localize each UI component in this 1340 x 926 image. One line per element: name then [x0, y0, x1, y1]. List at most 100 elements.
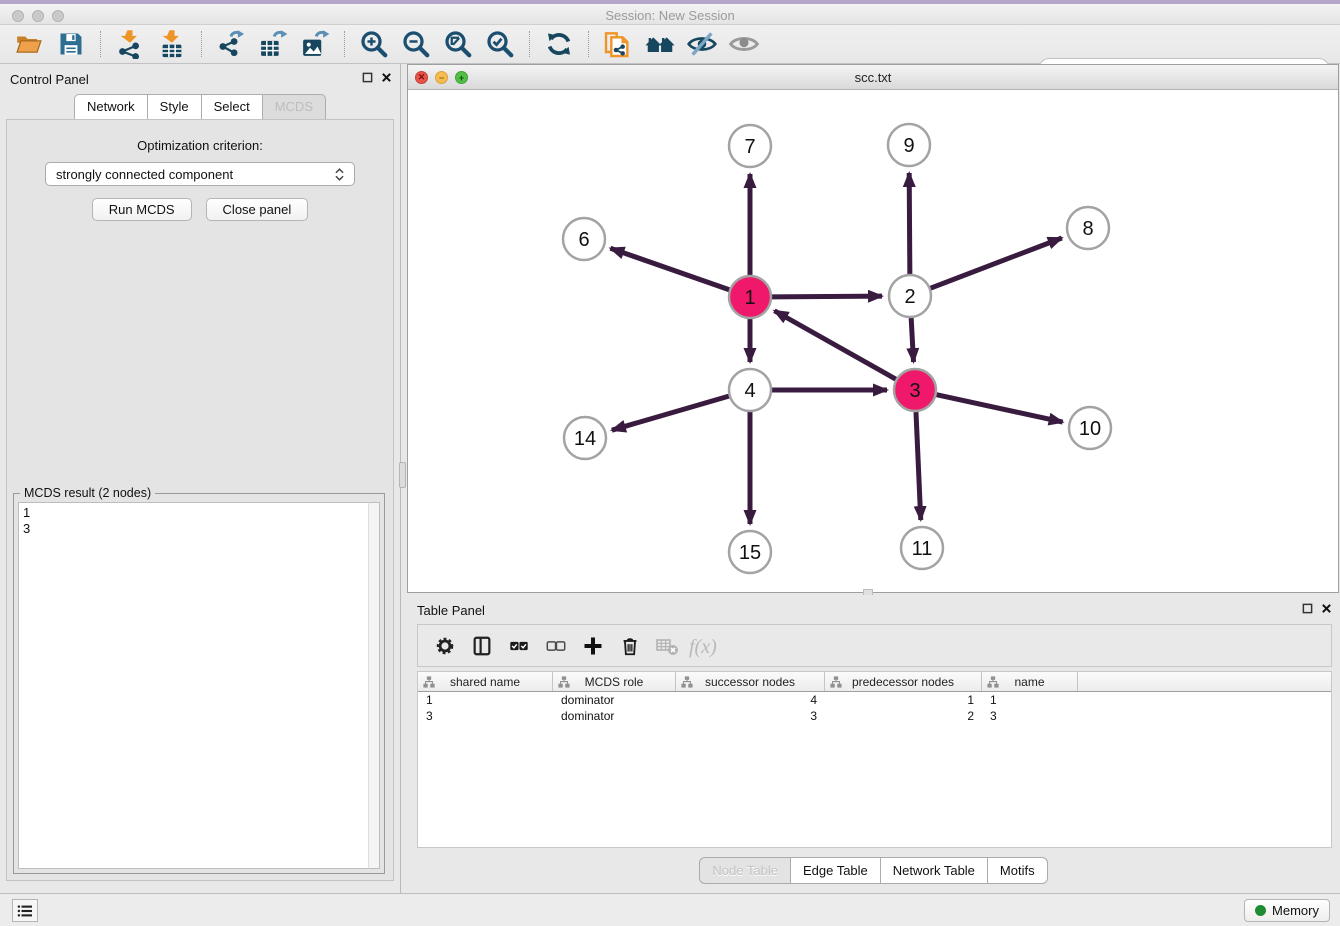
mcds-result-text[interactable]: 1 3: [18, 502, 368, 869]
cell-predecessor-nodes[interactable]: 1: [825, 692, 982, 708]
tab-motifs[interactable]: Motifs: [987, 857, 1048, 884]
export-network-icon[interactable]: [214, 28, 248, 60]
first-neighbors-icon[interactable]: [643, 28, 677, 60]
new-network-from-selection-icon[interactable]: [601, 28, 635, 60]
graph-node-8[interactable]: 8: [1067, 207, 1109, 249]
hide-selected-icon[interactable]: [685, 28, 719, 60]
node-table[interactable]: shared name MCDS role successor nodes prede…: [417, 671, 1332, 848]
cell-MCDS-role[interactable]: dominator: [553, 708, 676, 724]
cell-name[interactable]: 1: [982, 692, 1078, 708]
import-network-icon[interactable]: [113, 28, 147, 60]
graph-edge-1-6[interactable]: [610, 248, 729, 290]
graph-node-6[interactable]: 6: [563, 218, 605, 260]
save-session-icon[interactable]: [54, 28, 88, 60]
optimization-criterion-label: Optimization criterion:: [7, 138, 393, 153]
zoom-fit-icon[interactable]: [441, 28, 475, 60]
memory-button[interactable]: Memory: [1244, 899, 1330, 922]
add-column-icon[interactable]: [576, 629, 610, 663]
graph-node-7[interactable]: 7: [729, 125, 771, 167]
delete-icon[interactable]: [613, 629, 647, 663]
graph-node-11[interactable]: 11: [901, 527, 943, 569]
zoom-selected-icon[interactable]: [483, 28, 517, 60]
column-header-successor-nodes[interactable]: successor nodes: [676, 672, 825, 691]
select-all-icon[interactable]: [502, 629, 536, 663]
graph-edge-2-8[interactable]: [931, 238, 1062, 288]
status-bar: Memory: [0, 893, 1340, 926]
table-toolbar: f(x): [417, 624, 1332, 667]
control-panel-header: Control Panel: [0, 64, 400, 94]
tab-style[interactable]: Style: [147, 94, 201, 120]
columns-icon[interactable]: [465, 629, 499, 663]
graph-node-3[interactable]: 3: [894, 369, 936, 411]
column-header-MCDS-role[interactable]: MCDS role: [553, 672, 676, 691]
cell-MCDS-role[interactable]: dominator: [553, 692, 676, 708]
graph-edge-2-3[interactable]: [911, 318, 913, 362]
result-scrollbar[interactable]: [368, 502, 380, 869]
zoom-in-icon[interactable]: [357, 28, 391, 60]
app-titlebar: Session: New Session: [0, 4, 1340, 25]
function-builder-icon[interactable]: f(x): [687, 629, 721, 663]
table-row[interactable]: 1dominator411: [418, 692, 1331, 708]
graph-edge-3-10[interactable]: [936, 395, 1062, 422]
export-table-icon[interactable]: [256, 28, 290, 60]
tab-edge-table[interactable]: Edge Table: [790, 857, 880, 884]
tab-select[interactable]: Select: [201, 94, 262, 120]
cell-successor-nodes[interactable]: 4: [676, 692, 825, 708]
graph-edge-3-11[interactable]: [916, 412, 921, 520]
tab-mcds[interactable]: MCDS: [262, 94, 326, 120]
graph-node-15[interactable]: 15: [729, 531, 771, 573]
delete-table-icon[interactable]: [650, 629, 684, 663]
deselect-all-icon[interactable]: [539, 629, 573, 663]
gear-icon[interactable]: [428, 629, 462, 663]
graph-node-1[interactable]: 1: [729, 276, 771, 318]
close-panel-button[interactable]: Close panel: [206, 198, 309, 221]
column-header-name[interactable]: name: [982, 672, 1078, 691]
float-table-panel-icon[interactable]: [1302, 603, 1313, 614]
panel-splitter-handle[interactable]: [399, 462, 406, 488]
network-frame-titlebar[interactable]: ✕ − + scc.txt: [408, 65, 1338, 90]
graph-node-9[interactable]: 9: [888, 124, 930, 166]
import-table-icon[interactable]: [155, 28, 189, 60]
sitemap-icon: [558, 676, 570, 688]
column-header-label: MCDS role: [585, 675, 644, 689]
control-panel-title: Control Panel: [10, 72, 89, 87]
graph-node-14[interactable]: 14: [564, 417, 606, 459]
float-panel-icon[interactable]: [362, 72, 373, 83]
close-panel-icon[interactable]: [381, 72, 392, 83]
export-image-icon[interactable]: [298, 28, 332, 60]
optimization-criterion-select[interactable]: strongly connected component: [45, 162, 355, 186]
zoom-out-icon[interactable]: [399, 28, 433, 60]
cell-name[interactable]: 3: [982, 708, 1078, 724]
graph-edge-4-14[interactable]: [612, 396, 729, 430]
column-header-predecessor-nodes[interactable]: predecessor nodes: [825, 672, 982, 691]
table-panel: Table Panel: [407, 595, 1340, 892]
graph-node-10[interactable]: 10: [1069, 407, 1111, 449]
tab-network[interactable]: Network: [74, 94, 147, 120]
graph-node-4[interactable]: 4: [729, 369, 771, 411]
sitemap-icon: [830, 676, 842, 688]
network-canvas[interactable]: 7 9 6 8 1 2 4 3 14 10 15 11: [408, 90, 1338, 592]
open-file-icon[interactable]: [12, 28, 46, 60]
column-header-label: predecessor nodes: [852, 675, 954, 689]
run-mcds-button[interactable]: Run MCDS: [92, 198, 192, 221]
tab-node-table[interactable]: Node Table: [699, 857, 790, 884]
task-history-button[interactable]: [12, 899, 38, 922]
table-panel-header: Table Panel: [407, 595, 1340, 625]
table-row[interactable]: 3dominator323: [418, 708, 1331, 724]
refresh-layout-icon[interactable]: [542, 28, 576, 60]
control-panel-tabs: NetworkStyleSelectMCDS: [0, 94, 400, 120]
column-header-shared-name[interactable]: shared name: [418, 672, 553, 691]
cell-successor-nodes[interactable]: 3: [676, 708, 825, 724]
cell-predecessor-nodes[interactable]: 2: [825, 708, 982, 724]
show-all-icon[interactable]: [727, 28, 761, 60]
graph-node-label: 15: [739, 542, 761, 564]
graph-edge-3-1[interactable]: [774, 311, 895, 379]
cell-shared-name[interactable]: 1: [418, 692, 553, 708]
graph-edge-2-9[interactable]: [909, 173, 910, 274]
cell-shared-name[interactable]: 3: [418, 708, 553, 724]
graph-node-2[interactable]: 2: [889, 275, 931, 317]
tab-network-table[interactable]: Network Table: [880, 857, 987, 884]
close-table-panel-icon[interactable]: [1321, 603, 1332, 614]
column-header-label: name: [1014, 675, 1044, 689]
graph-edge-1-2[interactable]: [772, 296, 882, 297]
